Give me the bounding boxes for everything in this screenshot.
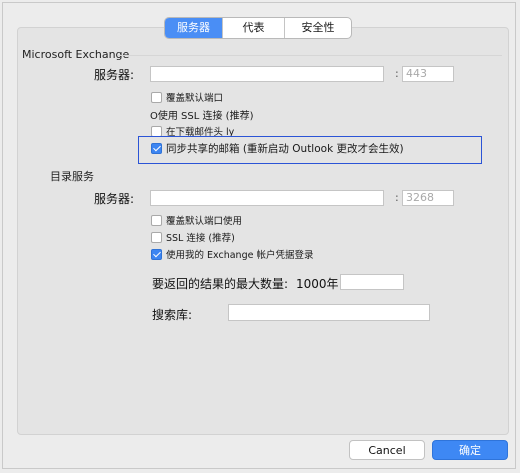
ok-button[interactable]: 确定 <box>432 440 508 460</box>
use-exchange-credentials-checkbox[interactable] <box>151 249 162 260</box>
max-results-input[interactable] <box>340 274 404 290</box>
search-base-input[interactable] <box>228 304 430 321</box>
directory-override-port-label: 覆盖默认端口使用 <box>166 216 243 227</box>
cancel-button[interactable]: Cancel <box>349 440 425 460</box>
max-results-value: 1000年 <box>296 277 339 291</box>
directory-section-title: 目录服务 <box>50 170 94 183</box>
directory-override-port-checkbox[interactable] <box>151 215 162 226</box>
override-port-checkbox[interactable] <box>151 92 162 103</box>
directory-port-input[interactable]: 3268 <box>402 190 454 206</box>
directory-port-colon: : <box>395 191 399 204</box>
tab-security[interactable]: 安全性 <box>285 18 351 38</box>
directory-ssl-label: SSL 连接 (推荐) <box>166 233 235 244</box>
override-port-label: 覆盖默认端口 <box>166 93 224 104</box>
exchange-separator <box>118 55 502 56</box>
exchange-port-input[interactable]: 443 <box>402 66 454 82</box>
exchange-server-label: 服务器: <box>94 68 135 82</box>
directory-ssl-checkbox[interactable] <box>151 232 162 243</box>
exchange-server-input[interactable] <box>150 66 384 82</box>
directory-server-label: 服务器: <box>94 192 135 206</box>
exchange-port-colon: : <box>395 67 399 80</box>
max-results-label: 要返回的结果的最大数量: <box>152 277 289 291</box>
sync-shared-mailbox-checkbox[interactable] <box>151 143 162 154</box>
sync-shared-mailbox-label: 同步共享的邮箱 (重新启动 Outlook 更改才会生效) <box>166 143 404 155</box>
directory-server-input[interactable] <box>150 190 384 206</box>
search-base-label: 搜索库: <box>152 308 193 322</box>
exchange-section-title: Microsoft Exchange <box>22 48 130 61</box>
use-exchange-credentials-label: 使用我的 Exchange 帐户凭据登录 <box>166 250 314 261</box>
use-ssl-label[interactable]: O使用 SSL 连接 (推荐) <box>150 107 253 122</box>
settings-panel <box>17 27 509 435</box>
tab-delegates[interactable]: 代表 <box>223 18 285 38</box>
tab-server[interactable]: 服务器 <box>165 18 223 38</box>
tab-bar: 服务器 代表 安全性 <box>164 17 352 39</box>
